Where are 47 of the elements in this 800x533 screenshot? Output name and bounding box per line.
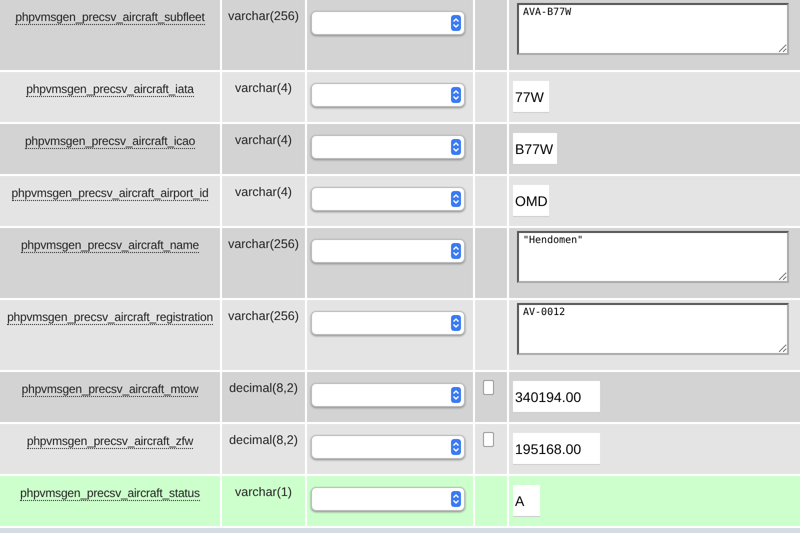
column-type: varchar(1) — [222, 476, 305, 526]
column-type: varchar(4) — [222, 124, 305, 174]
stepper-icon — [451, 315, 461, 331]
function-dropdown[interactable] — [311, 487, 465, 511]
stepper-icon — [451, 191, 461, 207]
function-dropdown[interactable] — [311, 135, 465, 159]
column-type: varchar(4) — [222, 176, 305, 226]
stepper-icon — [451, 491, 461, 507]
function-dropdown[interactable] — [311, 83, 465, 107]
column-type: varchar(256) — [222, 228, 305, 298]
value-field[interactable]: 195168.00 — [513, 433, 600, 465]
null-checkbox[interactable] — [483, 432, 494, 447]
null-checkbox[interactable] — [483, 380, 494, 395]
column-name: phpvmsgen_precsv_aircraft_status — [20, 486, 200, 501]
value-field[interactable]: A — [513, 485, 540, 517]
column-type: varchar(256) — [222, 300, 305, 370]
column-name: phpvmsgen_precsv_aircraft_name — [20, 238, 200, 253]
column-type: decimal(8,2) — [222, 424, 305, 474]
column-type: varchar(4) — [222, 72, 305, 122]
column-name: phpvmsgen_precsv_aircraft_zfw — [26, 434, 194, 449]
value-field[interactable]: 340194.00 — [513, 381, 600, 413]
function-dropdown[interactable] — [311, 187, 465, 211]
stepper-icon — [451, 243, 461, 259]
column-type: decimal(8,2) — [222, 372, 305, 422]
function-dropdown[interactable] — [311, 435, 465, 459]
column-name: phpvmsgen_precsv_aircraft_registration — [7, 310, 213, 325]
column-name: phpvmsgen_precsv_aircraft_mtow — [22, 382, 198, 397]
column-name: phpvmsgen_precsv_aircraft_iata — [26, 82, 194, 97]
column-name: phpvmsgen_precsv_aircraft_icao — [24, 134, 196, 149]
value-field[interactable]: B77W — [513, 133, 558, 165]
stepper-icon — [451, 15, 461, 31]
column-name: phpvmsgen_precsv_aircraft_airport_id — [12, 186, 208, 201]
function-dropdown[interactable] — [311, 383, 465, 407]
value-field[interactable]: OMD — [513, 185, 549, 217]
value-field[interactable]: 77W — [513, 81, 549, 113]
stepper-icon — [451, 87, 461, 103]
stepper-icon — [451, 439, 461, 455]
value-textarea[interactable]: "Hendomen" — [517, 231, 789, 283]
stepper-icon — [451, 139, 461, 155]
value-textarea[interactable]: AV-0012 — [517, 303, 789, 355]
stepper-icon — [451, 387, 461, 403]
column-type: varchar(256) — [222, 0, 305, 70]
function-dropdown[interactable] — [311, 11, 465, 35]
value-textarea[interactable]: AVA-B77W — [517, 3, 789, 55]
column-name: phpvmsgen_precsv_aircraft_subfleet — [15, 10, 205, 25]
function-dropdown[interactable] — [311, 311, 465, 335]
function-dropdown[interactable] — [311, 239, 465, 263]
